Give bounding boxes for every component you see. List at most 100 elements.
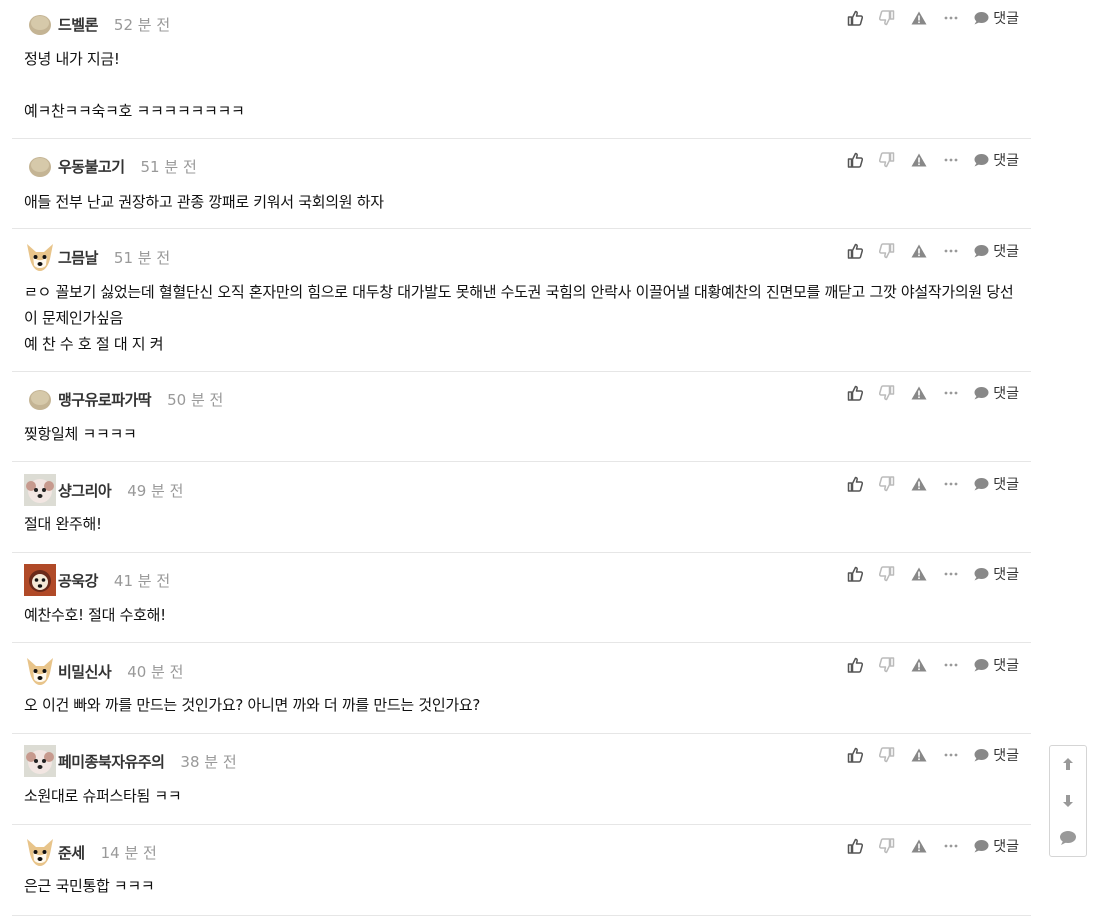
report-warning-icon[interactable] (903, 150, 935, 170)
comment-actions: 댓글 (839, 150, 1019, 170)
thumbs-up-icon[interactable] (839, 474, 871, 494)
timestamp: 40 분 전 (127, 662, 184, 681)
comment-body: ㄹㅇ 꼴보기 싫었는데 혈혈단신 오직 혼자만의 힘으로 대두창 대가발도 못해… (24, 279, 1019, 357)
thumbs-up-icon[interactable] (839, 150, 871, 170)
avatar[interactable] (24, 564, 56, 596)
thumbs-up-icon[interactable] (839, 383, 871, 403)
thumbs-down-icon[interactable] (871, 383, 903, 403)
reply-label: 댓글 (993, 658, 1019, 674)
comment-line: 소원대로 슈퍼스타됨 ㅋㅋ (24, 787, 182, 805)
comment-header: 페미종북자유주의 38 분 전 (24, 745, 237, 777)
more-options-icon[interactable] (935, 836, 967, 856)
avatar[interactable] (24, 8, 56, 40)
comment-item: 페미종북자유주의 38 분 전 댓글 소원대로 슈퍼스타됨 ㅋㅋ (12, 734, 1031, 825)
report-warning-icon[interactable] (903, 745, 935, 765)
report-warning-icon[interactable] (903, 564, 935, 584)
speech-bubble-icon (973, 748, 993, 762)
comment-body: 애들 전부 난교 권장하고 관종 깡패로 키워서 국회의원 하자 (24, 189, 1019, 215)
comment-header: 맹구유로파가딱 50 분 전 (24, 383, 223, 415)
reply-button[interactable]: 댓글 (973, 150, 1019, 170)
comment-body: 절대 완주해! (24, 511, 1019, 537)
nickname[interactable]: 준세 (58, 842, 85, 863)
thumbs-down-icon[interactable] (871, 241, 903, 261)
avatar[interactable] (24, 745, 56, 777)
timestamp: 50 분 전 (167, 390, 224, 409)
speech-bubble-icon (973, 477, 993, 491)
reply-button[interactable]: 댓글 (973, 474, 1019, 494)
reply-label: 댓글 (993, 11, 1019, 27)
report-warning-icon[interactable] (903, 655, 935, 675)
more-options-icon[interactable] (935, 745, 967, 765)
more-options-icon[interactable] (935, 8, 967, 28)
reply-label: 댓글 (993, 477, 1019, 493)
avatar[interactable] (24, 241, 56, 273)
avatar[interactable] (24, 150, 56, 182)
thumbs-down-icon[interactable] (871, 150, 903, 170)
comment-body: 정녕 내가 지금! 예ㅋ찬ㅋㅋ숙ㅋ호 ㅋㅋㅋㅋㅋㅋㅋㅋ (24, 46, 1019, 124)
thumbs-down-icon[interactable] (871, 745, 903, 765)
avatar[interactable] (24, 836, 56, 868)
thumbs-up-icon[interactable] (839, 745, 871, 765)
comment-line: 정녕 내가 지금! (24, 50, 120, 68)
comment-header: 드벨론 52 분 전 (24, 8, 170, 40)
comment-body: 오 이건 빠와 까를 만드는 것인가요? 아니면 까와 더 까를 만드는 것인가… (24, 692, 1019, 718)
reply-button[interactable]: 댓글 (973, 8, 1019, 28)
speech-bubble-icon (973, 839, 993, 853)
thumbs-up-icon[interactable] (839, 8, 871, 28)
thumbs-up-icon[interactable] (839, 655, 871, 675)
thumbs-down-icon[interactable] (871, 8, 903, 28)
reply-button[interactable]: 댓글 (973, 655, 1019, 675)
report-warning-icon[interactable] (903, 241, 935, 261)
comment-actions: 댓글 (839, 241, 1019, 261)
comment-line: 절대 완주해! (24, 515, 102, 533)
more-options-icon[interactable] (935, 655, 967, 675)
more-options-icon[interactable] (935, 564, 967, 584)
avatar[interactable] (24, 474, 56, 506)
nickname[interactable]: 우동불고기 (58, 156, 125, 177)
more-options-icon[interactable] (935, 383, 967, 403)
scroll-up-arrow-icon[interactable] (1052, 748, 1084, 780)
reply-button[interactable]: 댓글 (973, 745, 1019, 765)
scroll-down-arrow-icon[interactable] (1052, 785, 1084, 817)
timestamp: 52 분 전 (113, 15, 171, 34)
comment-line: 예찬수호! 절대 수호해! (24, 606, 166, 624)
thumbs-down-icon[interactable] (871, 474, 903, 494)
thumbs-down-icon[interactable] (871, 564, 903, 584)
avatar[interactable] (24, 655, 56, 687)
nickname[interactable]: 공욱강 (58, 570, 98, 591)
report-warning-icon[interactable] (903, 836, 935, 856)
reply-button[interactable]: 댓글 (973, 836, 1019, 856)
thumbs-up-icon[interactable] (839, 836, 871, 856)
reply-button[interactable]: 댓글 (973, 383, 1019, 403)
comment-item: 그믐날 51 분 전 댓글 ㄹㅇ 꼴보기 싫었는데 혈혈단신 오직 혼자만의 힘… (12, 229, 1031, 372)
nickname[interactable]: 페미종북자유주의 (58, 751, 165, 772)
thumbs-up-icon[interactable] (839, 564, 871, 584)
thumbs-down-icon[interactable] (871, 655, 903, 675)
comment-header: 공욱강 41 분 전 (24, 564, 170, 596)
side-nav-panel (1049, 745, 1087, 857)
comment-actions: 댓글 (839, 655, 1019, 675)
comment-jump-icon[interactable] (1052, 822, 1084, 854)
nickname[interactable]: 비밀신사 (58, 661, 112, 682)
more-options-icon[interactable] (935, 474, 967, 494)
reply-button[interactable]: 댓글 (973, 564, 1019, 584)
speech-bubble-icon (973, 386, 993, 400)
nickname[interactable]: 맹구유로파가딱 (58, 389, 152, 410)
more-options-icon[interactable] (935, 241, 967, 261)
thumbs-down-icon[interactable] (871, 836, 903, 856)
more-options-icon[interactable] (935, 150, 967, 170)
reply-button[interactable]: 댓글 (973, 241, 1019, 261)
comment-actions: 댓글 (839, 836, 1019, 856)
reply-label: 댓글 (993, 748, 1019, 764)
nickname[interactable]: 드벨론 (58, 14, 98, 35)
report-warning-icon[interactable] (903, 383, 935, 403)
thumbs-up-icon[interactable] (839, 241, 871, 261)
avatar[interactable] (24, 383, 56, 415)
timestamp: 51 분 전 (140, 157, 197, 176)
reply-label: 댓글 (993, 839, 1019, 855)
nickname[interactable]: 샹그리아 (58, 480, 112, 501)
nickname[interactable]: 그믐날 (58, 247, 98, 268)
comment-header: 그믐날 51 분 전 (24, 241, 170, 273)
report-warning-icon[interactable] (903, 474, 935, 494)
report-warning-icon[interactable] (903, 8, 935, 28)
